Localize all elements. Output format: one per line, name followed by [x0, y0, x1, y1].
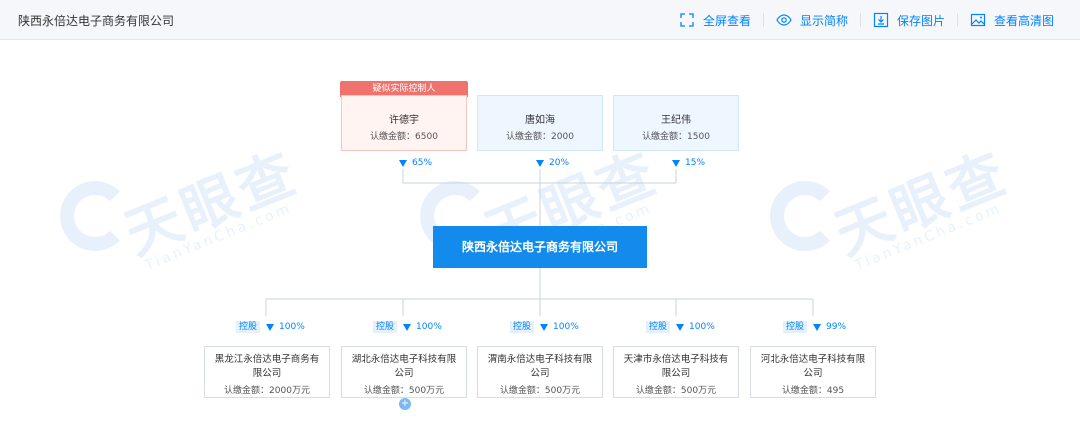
arrow-down-icon — [813, 323, 822, 331]
holding-percent: 控股 100% — [646, 321, 715, 333]
save-image-button[interactable]: 保存图片 — [861, 12, 957, 29]
arrow-down-icon — [536, 159, 544, 167]
subsidiary-node[interactable]: 河北永倍达电子科技有限 公司 认缴金额：495 — [750, 346, 876, 398]
holding-percent-value: 99% — [826, 322, 847, 332]
holding-percent-value: 100% — [279, 322, 305, 332]
holding-tag: 控股 — [510, 321, 535, 333]
shareholder-amount: 认缴金额：1500 — [642, 132, 710, 142]
show-short-name-label: 显示简称 — [799, 13, 848, 28]
subsidiary-name-line: 公司 — [530, 368, 550, 379]
holding-percent-value: 100% — [416, 322, 442, 332]
save-image-label: 保存图片 — [896, 13, 945, 28]
shareholder-amount: 认缴金额：6500 — [370, 132, 438, 142]
expand-node-button[interactable]: + — [399, 398, 411, 410]
subsidiary-name-line: 公司 — [803, 368, 823, 379]
holding-tag: 控股 — [646, 321, 671, 333]
shareholder-node[interactable]: 王纪伟 认缴金额：1500 — [613, 95, 739, 151]
holding-percent: 控股 100% — [510, 321, 579, 333]
subsidiary-name-line: 渭南永倍达电子科技有限 — [487, 354, 593, 365]
subsidiary-name-line: 限公司 — [661, 368, 691, 379]
share-percent-value: 15% — [685, 158, 706, 168]
subsidiary-node[interactable]: 湖北永倍达电子科技有限 公司 认缴金额：500万元 — [341, 346, 467, 398]
subsidiary-name-line: 河北永倍达电子科技有限 — [760, 354, 866, 365]
holding-percent-value: 100% — [689, 322, 715, 332]
subsidiary-node[interactable]: 渭南永倍达电子科技有限 公司 认缴金额：500万元 — [477, 346, 603, 398]
share-percent: 65% — [399, 158, 432, 168]
toolbar: 全屏查看 显示简称 保存图片 查看高清图 — [667, 0, 1066, 40]
subsidiary-node[interactable]: 黑龙江永倍达电子商务有 限公司 认缴金额：2000万元 — [204, 346, 330, 398]
holding-percent-value: 100% — [553, 322, 579, 332]
arrow-down-icon — [540, 323, 549, 331]
view-hd-image-label: 查看高清图 — [993, 13, 1054, 28]
holding-tag: 控股 — [236, 321, 261, 333]
shareholder-node[interactable]: 许德宇 认缴金额：6500 — [341, 95, 467, 151]
target-company-node[interactable]: 陕西永倍达电子商务有限公司 — [433, 226, 647, 268]
subsidiary-name: 河北永倍达电子科技有限 公司 — [751, 353, 875, 381]
subsidiary-name-line: 湖北永倍达电子科技有限 — [351, 354, 457, 365]
image-icon — [970, 13, 986, 27]
subsidiary-name-line: 黑龙江永倍达电子商务有 — [214, 354, 320, 365]
arrow-down-icon — [676, 323, 685, 331]
fullscreen-label: 全屏查看 — [702, 13, 751, 28]
subsidiary-name: 湖北永倍达电子科技有限 公司 — [342, 353, 466, 381]
eye-icon — [776, 14, 792, 26]
download-icon — [873, 12, 889, 28]
subsidiary-name-line: 天津市永倍达电子科技有 — [623, 354, 729, 365]
holding-tag: 控股 — [783, 321, 808, 333]
top-bar: 陕西永倍达电子商务有限公司 全屏查看 显示简称 保存图片 查看高清图 — [0, 0, 1080, 40]
arrow-down-icon — [399, 159, 407, 167]
shareholder-node[interactable]: 唐如海 认缴金额：2000 — [477, 95, 603, 151]
subsidiary-name-line: 限公司 — [252, 368, 282, 379]
shareholder-amount: 认缴金额：2000 — [506, 132, 574, 142]
subsidiary-amount: 认缴金额：495 — [781, 386, 845, 396]
shareholder-name: 王纪伟 — [661, 115, 691, 126]
subsidiary-name-line: 公司 — [394, 368, 414, 379]
arrow-down-icon — [672, 159, 680, 167]
share-percent: 15% — [672, 158, 705, 168]
subsidiary-name: 黑龙江永倍达电子商务有 限公司 — [205, 353, 329, 381]
share-percent: 20% — [536, 158, 569, 168]
subsidiary-name: 渭南永倍达电子科技有限 公司 — [478, 353, 602, 381]
subsidiary-amount: 认缴金额：500万元 — [635, 386, 717, 396]
subsidiary-amount: 认缴金额：500万元 — [363, 386, 445, 396]
holding-percent: 控股 100% — [236, 321, 305, 333]
shareholder-name: 唐如海 — [525, 115, 555, 126]
shareholder-name: 许德宇 — [389, 115, 419, 126]
equity-graph-canvas[interactable]: 天眼查 TianYanCha.com 天眼查 TianYanCha.com 天眼… — [0, 41, 1080, 423]
show-short-name-button[interactable]: 显示简称 — [764, 12, 860, 29]
subsidiary-amount: 认缴金额：2000万元 — [224, 386, 310, 396]
company-title: 陕西永倍达电子商务有限公司 — [18, 14, 175, 28]
holding-tag: 控股 — [373, 321, 398, 333]
holding-percent: 控股 99% — [783, 321, 846, 333]
subsidiary-node[interactable]: 天津市永倍达电子科技有 限公司 认缴金额：500万元 — [613, 346, 739, 398]
arrow-down-icon — [266, 323, 275, 331]
arrow-down-icon — [403, 323, 412, 331]
subsidiary-amount: 认缴金额：500万元 — [499, 386, 581, 396]
view-hd-image-button[interactable]: 查看高清图 — [958, 12, 1066, 29]
share-percent-value: 65% — [412, 158, 433, 168]
holding-percent: 控股 100% — [373, 321, 442, 333]
fullscreen-icon — [680, 13, 694, 27]
subsidiary-name: 天津市永倍达电子科技有 限公司 — [614, 353, 738, 381]
fullscreen-button[interactable]: 全屏查看 — [667, 12, 763, 29]
share-percent-value: 20% — [549, 158, 570, 168]
